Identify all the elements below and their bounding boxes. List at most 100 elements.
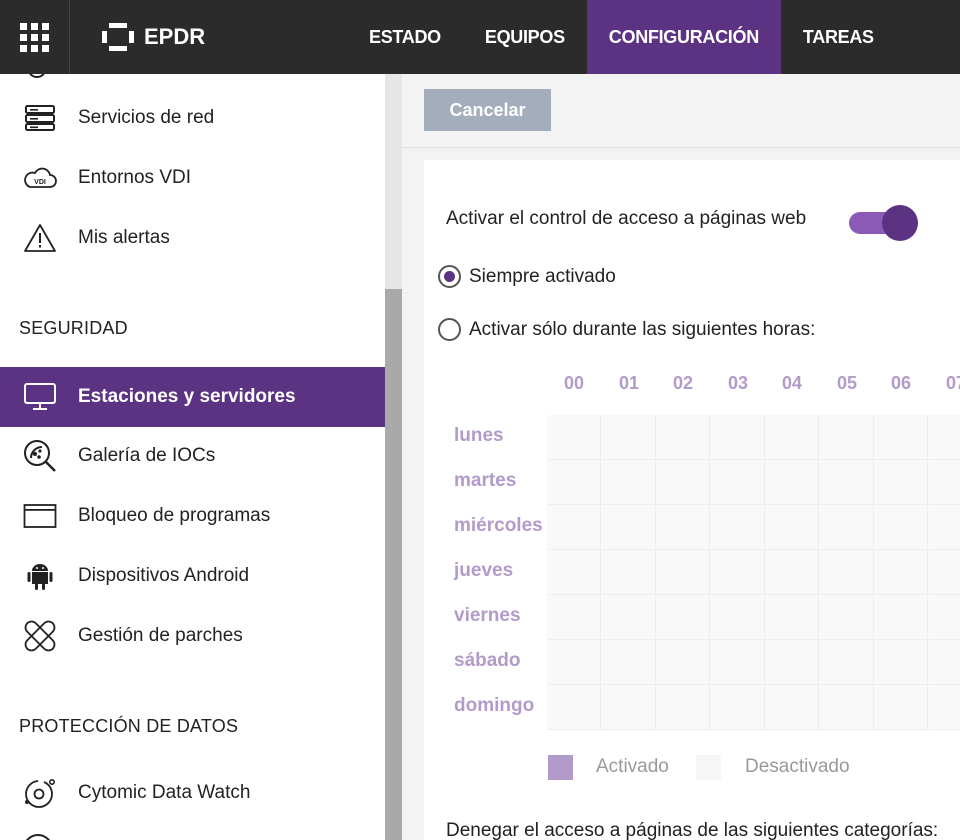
radio-always[interactable] <box>438 265 461 288</box>
schedule-cell[interactable] <box>819 550 874 595</box>
svg-text:VDI: VDI <box>34 179 46 186</box>
nav-equipos[interactable]: EQUIPOS <box>463 0 587 74</box>
radio-hours-label: Activar sólo durante las siguientes hora… <box>469 318 816 340</box>
schedule-cell[interactable] <box>710 685 765 730</box>
schedule-cell[interactable] <box>928 505 960 550</box>
day-label: sábado <box>454 650 521 671</box>
schedule-cell[interactable] <box>819 685 874 730</box>
nav-estado[interactable]: ESTADO <box>347 0 463 74</box>
app-grid-button[interactable] <box>0 0 70 74</box>
schedule-cell[interactable] <box>819 460 874 505</box>
nav-configuracion[interactable]: CONFIGURACIÓN <box>586 0 781 74</box>
schedule-cell[interactable] <box>656 505 710 550</box>
epdr-logo-icon <box>102 23 134 51</box>
schedule-cell[interactable] <box>656 550 710 595</box>
schedule-cell[interactable] <box>601 505 656 550</box>
schedule-cell[interactable] <box>547 550 601 595</box>
schedule-grid[interactable] <box>547 415 960 730</box>
schedule-cell[interactable] <box>819 415 874 460</box>
schedule-cell[interactable] <box>765 640 819 685</box>
schedule-cell[interactable] <box>710 550 765 595</box>
server-stack-icon <box>20 98 60 138</box>
sidebar-scrollbar[interactable] <box>385 74 402 840</box>
schedule-cell[interactable] <box>765 595 819 640</box>
radio-always-row[interactable]: Siempre activado <box>438 265 616 288</box>
schedule-cell[interactable] <box>601 550 656 595</box>
schedule-cell[interactable] <box>765 460 819 505</box>
cancel-button[interactable]: Cancelar <box>424 89 551 131</box>
schedule-cell[interactable] <box>819 595 874 640</box>
schedule-cell[interactable] <box>656 595 710 640</box>
day-label: domingo <box>454 695 535 716</box>
schedule-cell[interactable] <box>874 550 928 595</box>
sidebar-item-mis-alertas[interactable]: Mis alertas <box>0 208 385 268</box>
hour-label: 05 <box>836 373 858 393</box>
nav-tareas[interactable]: TAREAS <box>781 0 896 74</box>
day-label: martes <box>454 470 517 491</box>
sidebar-item-dispositivos-android[interactable]: Dispositivos Android <box>0 546 385 606</box>
schedule-cell[interactable] <box>928 640 960 685</box>
schedule-cell[interactable] <box>874 685 928 730</box>
schedule-cell[interactable] <box>928 595 960 640</box>
schedule-cell[interactable] <box>601 685 656 730</box>
hour-label: 02 <box>672 373 694 393</box>
day-label: miércoles <box>454 515 543 536</box>
schedule-cell[interactable] <box>874 460 928 505</box>
schedule-cell[interactable] <box>656 460 710 505</box>
schedule-cell[interactable] <box>601 460 656 505</box>
schedule-cell[interactable] <box>874 640 928 685</box>
toggle-knob[interactable] <box>882 205 918 241</box>
schedule-cell[interactable] <box>710 460 765 505</box>
schedule-cell[interactable] <box>874 505 928 550</box>
schedule-cell[interactable] <box>819 640 874 685</box>
schedule-cell[interactable] <box>547 595 601 640</box>
schedule-cell[interactable] <box>656 415 710 460</box>
sidebar-item-bloqueo-programas[interactable]: Bloqueo de programas <box>0 486 385 546</box>
schedule-cell[interactable] <box>765 685 819 730</box>
schedule-cell[interactable] <box>547 505 601 550</box>
schedule-cell[interactable] <box>928 415 960 460</box>
schedule-cell[interactable] <box>874 595 928 640</box>
sidebar-item-galeria-iocs[interactable]: Galería de IOCs <box>0 426 385 486</box>
schedule-cell[interactable] <box>656 685 710 730</box>
schedule-cell[interactable] <box>710 505 765 550</box>
brand[interactable]: EPDR <box>70 0 347 74</box>
sidebar-item-label: Servicios de red <box>78 107 215 128</box>
brand-name: EPDR <box>144 24 206 49</box>
sidebar-item-estaciones-servidores[interactable]: Estaciones y servidores <box>0 367 385 427</box>
schedule-cell[interactable] <box>547 415 601 460</box>
schedule-cell[interactable] <box>874 415 928 460</box>
main-nav: ESTADO EQUIPOS CONFIGURACIÓN TAREAS <box>347 0 896 74</box>
sidebar-item-label: Bloqueo de programas <box>78 505 271 526</box>
scrollbar-thumb[interactable] <box>385 289 402 840</box>
schedule-cell[interactable] <box>765 415 819 460</box>
schedule-cell[interactable] <box>601 595 656 640</box>
vdi-cloud-icon: VDI <box>20 158 60 198</box>
schedule-cell[interactable] <box>547 640 601 685</box>
schedule-cell[interactable] <box>928 550 960 595</box>
schedule-cell[interactable] <box>656 640 710 685</box>
sidebar-item-servicios-red[interactable]: Servicios de red <box>0 88 385 148</box>
legend-deactivated-label: Desactivado <box>745 756 850 777</box>
schedule-cell[interactable] <box>928 685 960 730</box>
sidebar-item-cytomic-data-watch[interactable]: Cytomic Data Watch <box>0 763 385 823</box>
sidebar-item-gestion-parches[interactable]: Gestión de parches <box>0 606 385 666</box>
schedule-cell[interactable] <box>547 685 601 730</box>
schedule-cell[interactable] <box>710 595 765 640</box>
schedule-cell[interactable] <box>928 460 960 505</box>
schedule-cell[interactable] <box>765 505 819 550</box>
radio-hours[interactable] <box>438 318 461 341</box>
schedule-cell[interactable] <box>819 505 874 550</box>
deny-categories-label: Denegar el acceso a páginas de las sigui… <box>446 820 939 840</box>
schedule-cell[interactable] <box>710 640 765 685</box>
grid-icon <box>20 22 49 52</box>
radio-hours-row[interactable]: Activar sólo durante las siguientes hora… <box>438 318 815 341</box>
schedule-cell[interactable] <box>547 460 601 505</box>
sidebar-item-entornos-vdi[interactable]: VDI Entornos VDI <box>0 148 385 208</box>
schedule-cell[interactable] <box>710 415 765 460</box>
day-label: viernes <box>454 605 521 626</box>
sidebar-item-label: Entornos VDI <box>78 167 191 188</box>
schedule-cell[interactable] <box>765 550 819 595</box>
schedule-cell[interactable] <box>601 640 656 685</box>
schedule-cell[interactable] <box>601 415 656 460</box>
